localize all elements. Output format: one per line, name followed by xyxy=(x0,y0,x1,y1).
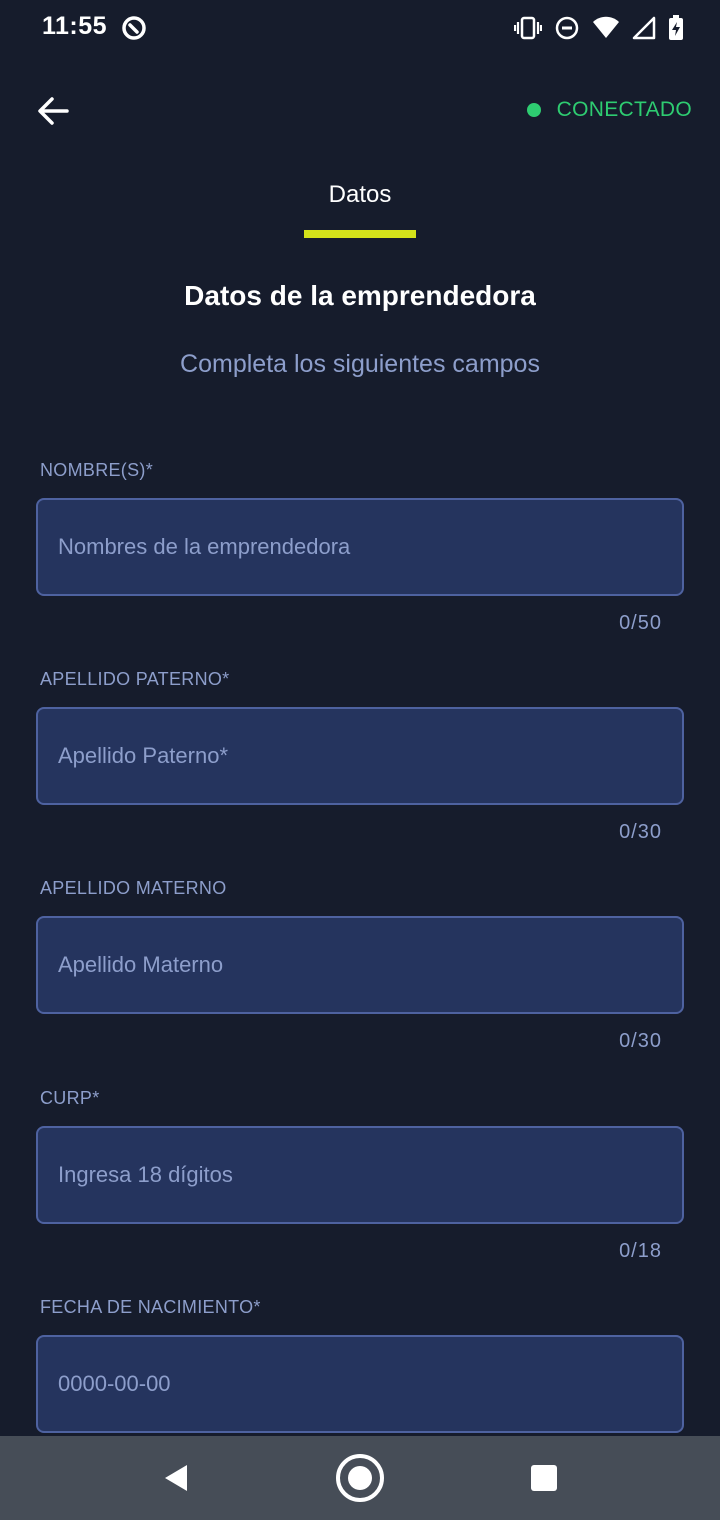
character-counter: 0/50 xyxy=(619,612,662,634)
connection-dot-icon xyxy=(526,103,541,117)
back-button[interactable] xyxy=(30,90,76,132)
tab-datos[interactable]: Datos xyxy=(304,178,416,238)
character-counter: 0/30 xyxy=(619,1030,662,1052)
fecha-nacimiento-input[interactable] xyxy=(36,1335,684,1433)
nav-back-button[interactable] xyxy=(150,1452,202,1504)
field-label: FECHA DE NACIMIENTO* xyxy=(40,1297,261,1317)
field-label: APELLIDO PATERNO* xyxy=(40,669,230,689)
tab-active-indicator xyxy=(304,230,416,238)
wifi-icon xyxy=(593,16,619,38)
battery-charging-icon xyxy=(669,15,683,40)
signal-icon xyxy=(632,16,656,40)
curp-input[interactable] xyxy=(36,1126,684,1224)
apellido-materno-input[interactable] xyxy=(36,916,684,1014)
nombres-input[interactable] xyxy=(36,498,684,596)
status-icons xyxy=(514,12,684,44)
field-label: APELLIDO MATERNO xyxy=(40,878,227,898)
apellido-paterno-input[interactable] xyxy=(36,707,684,805)
connection-status-label: CONECTADO xyxy=(556,98,692,121)
vibrate-icon xyxy=(514,16,542,40)
do-not-disturb-icon xyxy=(555,16,579,40)
nav-recents-icon xyxy=(531,1465,557,1491)
form-subtitle: Completa los siguientes campos xyxy=(180,350,540,378)
character-counter: 0/30 xyxy=(619,821,662,843)
app-notification-icon xyxy=(122,16,146,40)
form-title: Datos de la emprendedora xyxy=(184,280,536,311)
nav-recents-button[interactable] xyxy=(518,1452,570,1504)
connection-status: CONECTADO xyxy=(526,98,692,122)
field-label: CURP* xyxy=(40,1088,100,1108)
status-time: 11:55 xyxy=(42,12,108,40)
character-counter: 0/18 xyxy=(619,1240,662,1262)
tab-label: Datos xyxy=(328,181,392,208)
nav-home-button[interactable] xyxy=(334,1452,386,1504)
nav-back-icon xyxy=(165,1465,187,1491)
status-bar: 11:55 xyxy=(0,0,720,56)
nav-home-icon xyxy=(336,1454,384,1502)
system-navigation-bar xyxy=(0,1436,720,1520)
app-header: CONECTADO xyxy=(0,80,720,142)
back-arrow-icon xyxy=(38,97,69,125)
field-label: NOMBRE(S)* xyxy=(40,460,154,480)
